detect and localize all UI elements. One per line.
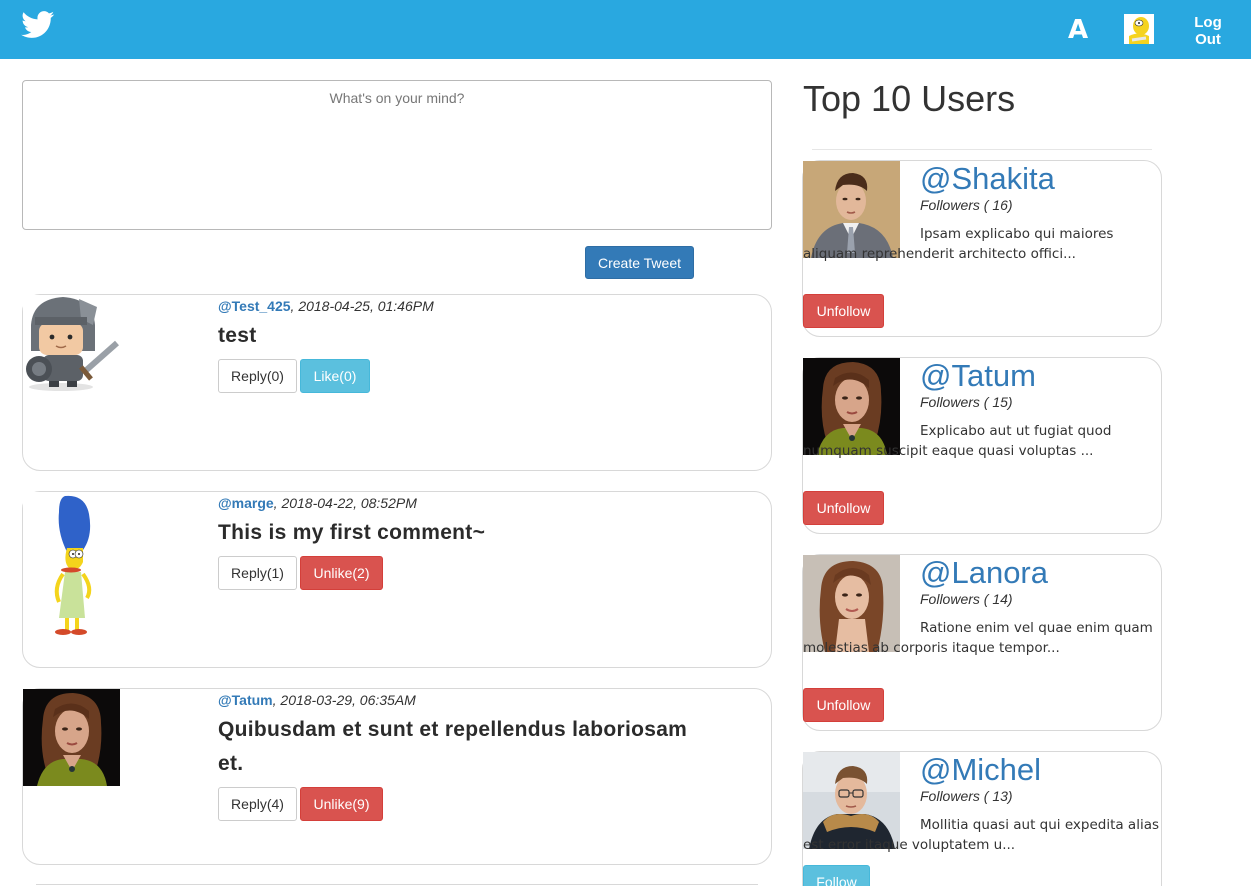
user-bio: Ratione enim vel quae enim quam molestia…: [803, 620, 1153, 656]
user-followers: Followers ( 16): [920, 197, 1013, 213]
user-card: @Shakita Followers ( 16) Ipsam explicabo…: [802, 160, 1162, 337]
unfollow-button[interactable]: Unfollow: [803, 294, 884, 328]
top-users-title: Top 10 Users: [803, 78, 1016, 119]
unlike-button[interactable]: Unlike(2): [300, 556, 383, 590]
logout-link[interactable]: Log Out: [1188, 14, 1228, 48]
user-followers: Followers ( 14): [920, 591, 1013, 607]
tweet-card: @marge, 2018-04-22, 08:52PM This is my f…: [22, 491, 772, 668]
nav-letter-a[interactable]: A: [1068, 15, 1088, 45]
user-followers: Followers ( 15): [920, 394, 1013, 410]
user-handle-link[interactable]: @Tatum: [920, 358, 1036, 394]
user-card: @Tatum Followers ( 15) Explicabo aut ut …: [802, 357, 1162, 534]
reply-button[interactable]: Reply(4): [218, 787, 297, 821]
tweet-text: test: [218, 324, 257, 347]
compose-tweet-input[interactable]: [22, 80, 772, 230]
user-bio: Explicabo aut ut fugiat quod numquam sus…: [803, 423, 1112, 459]
reply-button[interactable]: Reply(0): [218, 359, 297, 393]
user-followers: Followers ( 13): [920, 788, 1013, 804]
tweet-meta: @Tatum, 2018-03-29, 06:35AM: [218, 692, 416, 708]
user-card: @Michel Followers ( 13) Mollitia quasi a…: [802, 751, 1162, 886]
tweet-timestamp: , 2018-04-22, 08:52PM: [273, 495, 417, 511]
unfollow-button[interactable]: Unfollow: [803, 491, 884, 525]
unfollow-button[interactable]: Unfollow: [803, 688, 884, 722]
tweet-timestamp: , 2018-03-29, 06:35AM: [272, 692, 416, 708]
logout-line-2: Out: [1195, 31, 1221, 48]
tweet-text: Quibusdam et sunt et repellendus laborio…: [218, 718, 688, 775]
tweet-card: @Tatum, 2018-03-29, 06:35AM Quibusdam et…: [22, 688, 772, 865]
user-bio: Ipsam explicabo qui maiores aliquam repr…: [803, 226, 1114, 262]
user-handle-link[interactable]: @Shakita: [920, 161, 1055, 197]
user-handle-link[interactable]: @Michel: [920, 752, 1041, 788]
tweet-meta: @marge, 2018-04-22, 08:52PM: [218, 495, 417, 511]
tweet-author-link[interactable]: @Test_425: [218, 298, 291, 314]
tweet-card: @Test_425, 2018-04-25, 01:46PM test Repl…: [22, 294, 772, 471]
like-button[interactable]: Like(0): [300, 359, 370, 393]
follow-button[interactable]: Follow: [803, 865, 870, 886]
tweet-text: This is my first comment~: [218, 521, 486, 544]
user-card: @Lanora Followers ( 14) Ratione enim vel…: [802, 554, 1162, 731]
tweet-meta: @Test_425, 2018-04-25, 01:46PM: [218, 298, 434, 314]
next-tweet-edge: [36, 884, 758, 885]
title-divider: [812, 149, 1152, 150]
tweet-author-link[interactable]: @Tatum: [218, 692, 273, 708]
user-handle-link[interactable]: @Lanora: [920, 555, 1048, 591]
twitter-bird-icon[interactable]: [21, 11, 55, 39]
tweet-author-link[interactable]: @marge: [218, 495, 274, 511]
logout-line-1: Log: [1194, 14, 1222, 31]
reply-button[interactable]: Reply(1): [218, 556, 297, 590]
top-navbar: A Log Out: [0, 0, 1251, 59]
create-tweet-button[interactable]: Create Tweet: [585, 246, 694, 279]
user-bio: Mollitia quasi aut qui expedita alias es…: [803, 817, 1160, 853]
marge-avatar-icon[interactable]: [23, 492, 120, 642]
user-avatar-icon[interactable]: [1124, 14, 1154, 44]
woman-photo-avatar[interactable]: [23, 689, 120, 786]
unlike-button[interactable]: Unlike(9): [300, 787, 383, 821]
tweet-timestamp: , 2018-04-25, 01:46PM: [290, 298, 434, 314]
knight-avatar-icon[interactable]: [23, 295, 120, 392]
